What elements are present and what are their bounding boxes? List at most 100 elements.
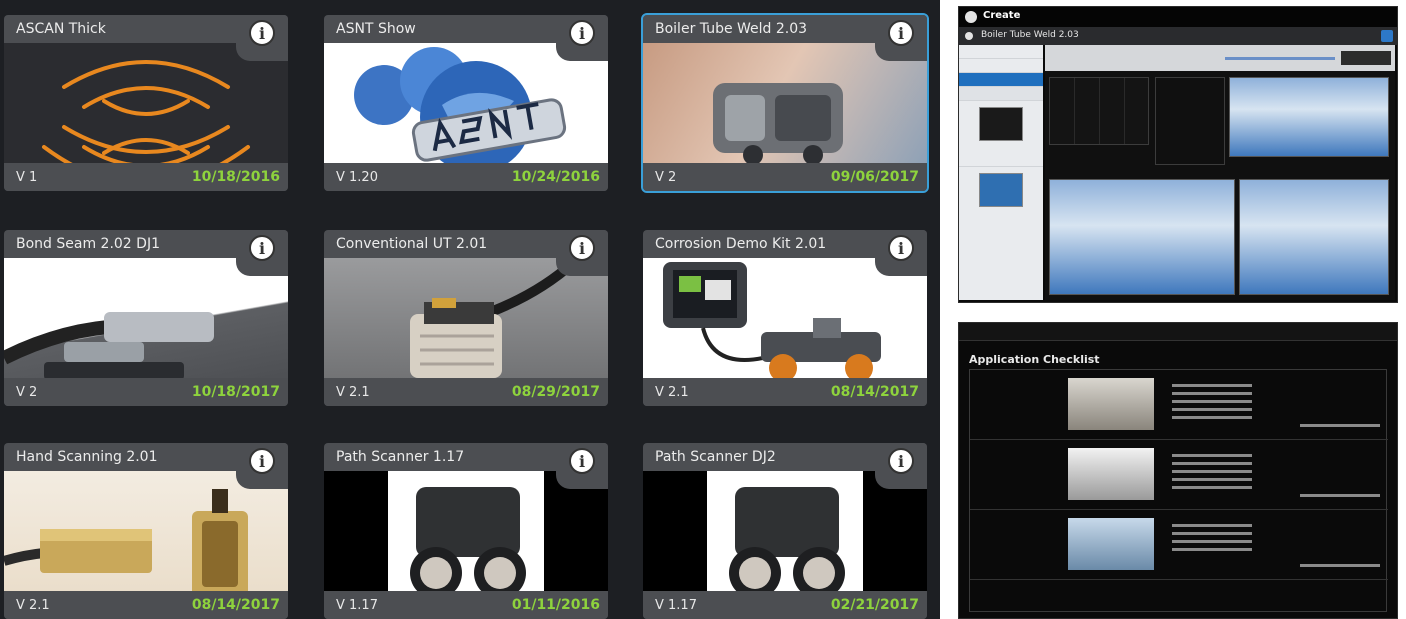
probe-details xyxy=(1172,384,1252,424)
sidebar-item[interactable] xyxy=(959,153,1043,167)
checklist-row xyxy=(970,440,1388,510)
tile-thumbnail-wheeled-scanner xyxy=(324,471,608,607)
info-icon[interactable]: i xyxy=(888,448,914,474)
app-tile[interactable]: ASCAN Thick i V 1 10/18/2016 xyxy=(4,15,288,191)
work-area xyxy=(1045,45,1395,300)
checklist-top-bar xyxy=(959,323,1397,341)
tile-version: V 1.20 xyxy=(336,169,378,185)
info-icon[interactable]: i xyxy=(569,235,595,261)
tile-thumbnail-asnt-globe-logo xyxy=(324,43,608,179)
tile-footer: V 2 09/06/2017 xyxy=(643,163,927,191)
tile-title: ASNT Show xyxy=(336,21,416,37)
info-icon[interactable]: i xyxy=(249,20,275,46)
tile-thumbnail-probe-on-plate xyxy=(4,258,288,394)
tile-date: 10/24/2016 xyxy=(511,169,600,185)
checklist-row xyxy=(970,510,1388,580)
tile-title: Hand Scanning 2.01 xyxy=(16,449,158,465)
tile-title: Conventional UT 2.01 xyxy=(336,236,488,252)
layout-thumbnail[interactable] xyxy=(979,107,1023,141)
tile-version: V 2.1 xyxy=(336,384,370,400)
tile-date: 08/14/2017 xyxy=(191,597,280,613)
tile-version: V 1.17 xyxy=(336,597,378,613)
info-icon[interactable]: i xyxy=(249,448,275,474)
app-tile[interactable]: Hand Scanning 2.01 i V 2.1 08/14/2017 xyxy=(4,443,288,619)
inspection-views xyxy=(1045,71,1395,300)
application-gallery: ASCAN Thick i V 1 10/18/2016 ASNT Show i… xyxy=(0,0,940,619)
tile-footer: V 1.20 10/24/2016 xyxy=(324,163,608,191)
sidebar-item[interactable] xyxy=(959,59,1043,73)
tile-footer: V 2.1 08/29/2017 xyxy=(324,378,608,406)
tile-date: 08/29/2017 xyxy=(511,384,600,400)
cscan-view-right xyxy=(1239,179,1389,295)
tile-footer: V 2.1 08/14/2017 xyxy=(643,378,927,406)
tile-footer: V 2 10/18/2017 xyxy=(4,378,288,406)
tile-date: 10/18/2017 xyxy=(191,384,280,400)
info-icon[interactable]: i xyxy=(888,20,914,46)
info-icon[interactable]: i xyxy=(569,448,595,474)
checklist-title: Application Checklist xyxy=(969,353,1100,366)
app-tile[interactable]: ASNT Show i V 1.20 10/24/2016 xyxy=(324,15,608,191)
app-tile[interactable]: Conventional UT 2.01 i V 2.1 08/29/2017 xyxy=(324,230,608,406)
wedge-note xyxy=(1300,494,1380,497)
info-icon[interactable]: i xyxy=(888,235,914,261)
tile-title: Path Scanner 1.17 xyxy=(336,449,465,465)
app-name: Create xyxy=(983,10,1021,21)
tile-title: Corrosion Demo Kit 2.01 xyxy=(655,236,827,252)
tile-footer: V 1.17 01/11/2016 xyxy=(324,591,608,619)
zoom-slider[interactable] xyxy=(1225,57,1335,60)
info-tab: i xyxy=(236,15,288,61)
tile-thumbnail-hand-held-scanner xyxy=(643,43,927,179)
tile-thumbnail-instrument-and-scanner xyxy=(643,258,927,394)
app-tile[interactable]: Corrosion Demo Kit 2.01 i V 2.1 08/14/20… xyxy=(643,230,927,406)
tile-thumbnail-brass-probes xyxy=(4,471,288,607)
tile-version: V 2.1 xyxy=(655,384,689,400)
sidebar-toolbar[interactable] xyxy=(959,87,1043,101)
sidebar-item-active[interactable] xyxy=(959,73,1043,87)
app-logo-icon xyxy=(965,11,977,23)
wedge-photo xyxy=(1068,448,1154,500)
sidebar xyxy=(959,45,1043,300)
tile-footer: V 2.1 08/14/2017 xyxy=(4,591,288,619)
toolbar-buttons[interactable] xyxy=(1341,51,1391,65)
app-title-bar: Create xyxy=(959,7,1397,27)
info-tab: i xyxy=(875,443,927,489)
create-app-screenshot: Create Boiler Tube Weld 2.03 xyxy=(958,6,1398,303)
info-icon[interactable]: i xyxy=(569,20,595,46)
wedge-details xyxy=(1172,454,1252,494)
probe-photo xyxy=(1068,378,1154,430)
probe-note xyxy=(1300,424,1380,427)
tile-thumbnail-ascan-arcs xyxy=(4,43,288,179)
bscan-view xyxy=(1229,77,1389,157)
tile-footer: V 1 10/18/2016 xyxy=(4,163,288,191)
tile-thumbnail-wheeled-scanner xyxy=(643,471,927,607)
tile-title: Bond Seam 2.02 DJ1 xyxy=(16,236,160,252)
tile-version: V 1.17 xyxy=(655,597,697,613)
app-tile[interactable]: Path Scanner DJ2 i V 1.17 02/21/2017 xyxy=(643,443,927,619)
layout-thumbnail[interactable] xyxy=(979,173,1023,207)
window-control-button[interactable] xyxy=(1381,30,1393,42)
tile-version: V 2 xyxy=(655,169,677,185)
tile-thumbnail-ut-probe-cable xyxy=(324,258,608,394)
info-icon[interactable]: i xyxy=(249,235,275,261)
info-tab: i xyxy=(236,443,288,489)
checklist-table xyxy=(969,369,1388,612)
scanner-note xyxy=(1300,564,1380,567)
info-tab: i xyxy=(236,230,288,276)
tile-title: Path Scanner DJ2 xyxy=(655,449,776,465)
sidebar-item[interactable] xyxy=(959,45,1043,59)
parameter-grid xyxy=(1049,77,1149,145)
tile-version: V 2.1 xyxy=(16,597,50,613)
application-checklist-screenshot: Application Checklist xyxy=(958,322,1398,619)
app-tile[interactable]: Bond Seam 2.02 DJ1 i V 2 10/18/2017 xyxy=(4,230,288,406)
app-tile-selected[interactable]: Boiler Tube Weld 2.03 i V 2 09/06/2017 xyxy=(641,13,929,193)
tile-date: 01/11/2016 xyxy=(511,597,600,613)
tile-title: Boiler Tube Weld 2.03 xyxy=(655,21,808,37)
scanner-photo xyxy=(1068,518,1154,570)
tile-date: 09/06/2017 xyxy=(830,169,919,185)
tile-date: 10/18/2016 xyxy=(191,169,280,185)
ascan-view xyxy=(1155,77,1225,165)
app-tile[interactable]: Path Scanner 1.17 i V 1.17 01/11/2016 xyxy=(324,443,608,619)
info-tab: i xyxy=(556,443,608,489)
info-tab: i xyxy=(556,15,608,61)
tile-footer: V 1.17 02/21/2017 xyxy=(643,591,927,619)
